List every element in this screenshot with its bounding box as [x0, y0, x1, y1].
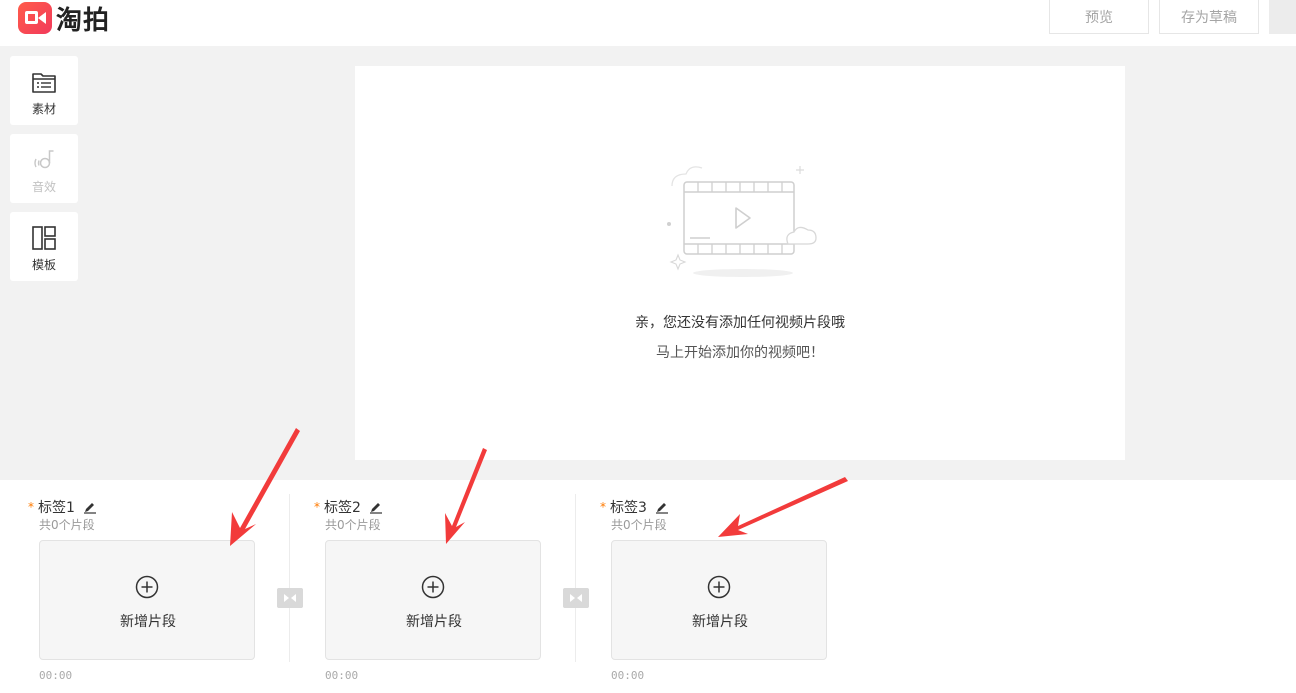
annotation-arrows [230, 428, 848, 546]
annotation-arrow-1 [230, 428, 300, 546]
annotation-arrow-2 [445, 448, 487, 544]
annotation-arrow-3 [718, 477, 848, 537]
